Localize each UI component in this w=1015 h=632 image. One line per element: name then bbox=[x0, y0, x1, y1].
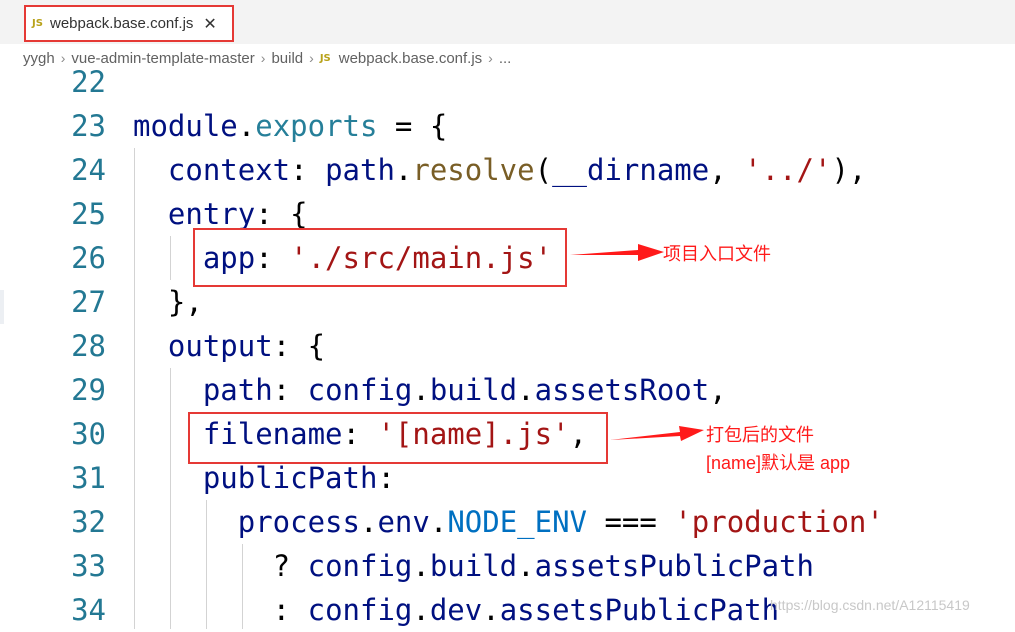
watermark: https://blog.csdn.net/A12115419 bbox=[770, 597, 970, 613]
code-line: 22 bbox=[0, 60, 1015, 104]
code-token: module bbox=[133, 109, 238, 143]
code-token: : { bbox=[255, 197, 308, 231]
code-line: 29 path: config.build.assetsRoot, bbox=[0, 368, 1015, 412]
entry-annotation: 项目入口文件 bbox=[663, 244, 771, 264]
code-token: : bbox=[133, 593, 308, 627]
code-token: build bbox=[429, 373, 518, 407]
code-token: . bbox=[517, 373, 535, 407]
code-token: === bbox=[587, 505, 675, 539]
code-token: config bbox=[307, 373, 413, 407]
code-token: : bbox=[377, 461, 395, 495]
code-token: env bbox=[377, 505, 430, 539]
code-token: NODE_ENV bbox=[447, 505, 587, 539]
code-token: publicPath bbox=[133, 461, 378, 495]
code-line: 24 context: path.resolve(__dirname, '../… bbox=[0, 148, 1015, 192]
output-annotation-line1: 打包后的文件 bbox=[706, 425, 814, 445]
code-token: }, bbox=[133, 285, 203, 319]
code-line: 32 process.env.NODE_ENV === 'production' bbox=[0, 500, 1015, 544]
line-number: 30 bbox=[71, 417, 106, 451]
code-token: : bbox=[272, 373, 308, 407]
line-number: 26 bbox=[71, 241, 106, 275]
code-text: context: path.resolve(__dirname, '../'), bbox=[133, 148, 866, 192]
line-number: 33 bbox=[71, 549, 106, 583]
code-token: __dirname bbox=[552, 153, 710, 187]
code-token: config bbox=[307, 549, 413, 583]
code-token: : bbox=[290, 153, 326, 187]
line-number: 25 bbox=[71, 197, 106, 231]
code-text: output: { bbox=[133, 324, 325, 368]
code-token: , bbox=[709, 373, 727, 407]
code-token: dev bbox=[429, 593, 483, 627]
javascript-file-icon: JS bbox=[32, 18, 43, 29]
line-number: 34 bbox=[71, 593, 106, 627]
code-token: . bbox=[237, 109, 256, 143]
code-token: context bbox=[133, 153, 291, 187]
code-token: exports bbox=[255, 109, 378, 143]
code-text: : config.dev.assetsPublicPath bbox=[133, 588, 779, 632]
line-number: 24 bbox=[71, 153, 106, 187]
code-token: build bbox=[429, 549, 518, 583]
code-line: 23 module.exports = { bbox=[0, 104, 1015, 148]
tab-bar: JS webpack.base.conf.js ✕ bbox=[0, 0, 1015, 44]
code-token: path bbox=[325, 153, 395, 187]
close-icon[interactable]: ✕ bbox=[203, 14, 216, 33]
code-token: assetsPublicPath bbox=[499, 593, 780, 627]
code-text: path: config.build.assetsRoot, bbox=[133, 368, 727, 412]
code-token: assetsPublicPath bbox=[534, 549, 814, 583]
code-token: , bbox=[709, 153, 745, 187]
code-token: output bbox=[133, 329, 273, 363]
code-line: 33 ? config.build.assetsPublicPath bbox=[0, 544, 1015, 588]
code-token: . bbox=[429, 505, 448, 539]
code-token: . bbox=[412, 373, 430, 407]
code-token: . bbox=[482, 593, 500, 627]
line-number: 31 bbox=[71, 461, 106, 495]
code-line: 28 output: { bbox=[0, 324, 1015, 368]
line-number: 28 bbox=[71, 329, 106, 363]
line-number: 32 bbox=[71, 505, 106, 539]
code-text: process.env.NODE_ENV === 'production' bbox=[133, 500, 884, 544]
entry-highlight-box bbox=[193, 228, 567, 287]
code-editor[interactable]: 22 23 module.exports = {24 context: path.r… bbox=[0, 65, 1015, 632]
code-token: assetsRoot bbox=[534, 373, 710, 407]
code-token: ), bbox=[831, 153, 867, 187]
code-token: 'production' bbox=[674, 505, 884, 539]
line-number: 29 bbox=[71, 373, 106, 407]
line-number: 27 bbox=[71, 285, 106, 319]
code-token: . bbox=[394, 153, 413, 187]
arrow-icon bbox=[570, 244, 664, 261]
code-text: ? config.build.assetsPublicPath bbox=[133, 544, 814, 588]
code-token: resolve bbox=[412, 153, 535, 187]
code-token: '../' bbox=[744, 153, 832, 187]
code-token: . bbox=[412, 593, 430, 627]
code-token: path bbox=[133, 373, 273, 407]
tab-webpack-base-conf[interactable]: JS webpack.base.conf.js ✕ bbox=[24, 5, 234, 42]
code-token: ( bbox=[534, 153, 553, 187]
code-token: : { bbox=[272, 329, 326, 363]
code-token: . bbox=[359, 505, 378, 539]
code-token: = { bbox=[377, 109, 448, 143]
code-token: . bbox=[517, 549, 535, 583]
arrow-icon bbox=[610, 426, 704, 441]
output-annotation-line2: [name]默认是 app bbox=[706, 453, 851, 473]
filename-highlight-box bbox=[188, 412, 608, 464]
tab-title: webpack.base.conf.js bbox=[50, 15, 194, 32]
code-token: ? bbox=[133, 549, 308, 583]
code-text: module.exports = { bbox=[133, 104, 447, 148]
code-token: entry bbox=[133, 197, 256, 231]
line-number: 22 bbox=[71, 65, 106, 99]
code-token: process bbox=[133, 505, 360, 539]
code-token: . bbox=[412, 549, 430, 583]
line-number: 23 bbox=[71, 109, 106, 143]
code-token: config bbox=[307, 593, 413, 627]
